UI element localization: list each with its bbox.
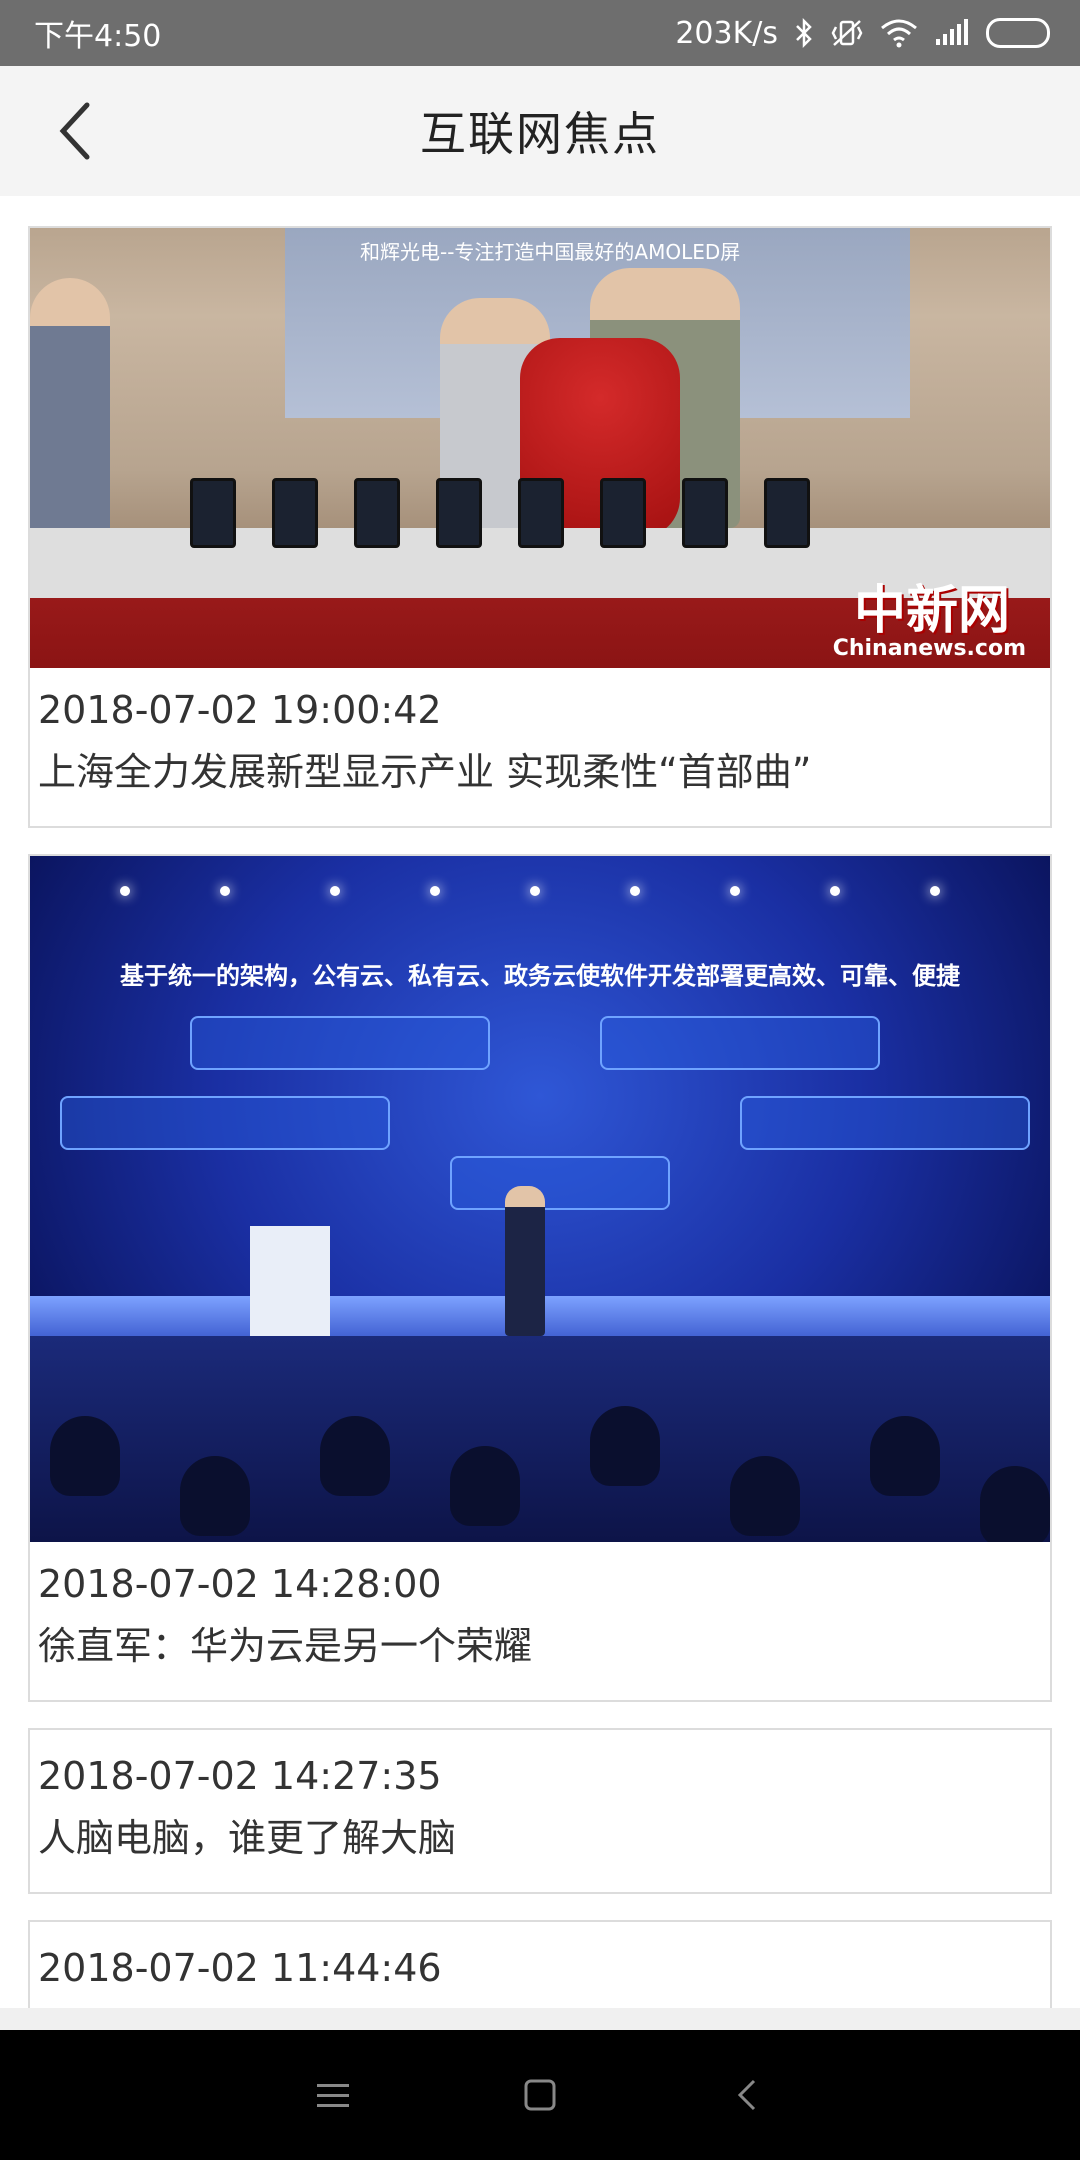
app-header: 互联网焦点 <box>0 66 1080 196</box>
wifi-icon <box>880 15 918 51</box>
article-date: 2018-07-02 14:28:00 <box>38 1562 442 1606</box>
back-triangle-icon <box>737 2079 755 2111</box>
back-nav-button[interactable] <box>717 2065 777 2125</box>
menu-icon <box>317 2084 350 2107</box>
article-date: 2018-07-02 19:00:42 <box>38 688 442 732</box>
status-bar: 下午4:50 203K/s <box>0 0 1080 66</box>
article-card[interactable]: 2018-07-02 11:44:46 <box>28 1920 1052 2008</box>
bluetooth-icon <box>794 15 814 51</box>
news-feed[interactable]: 和辉光电--专注打造中国最好的AMOLED屏 中新网 Chinanews.com… <box>0 196 1080 2008</box>
image-slide-title: 基于统一的架构，公有云、私有云、政务云使软件开发部署更高效、可靠、便捷 <box>120 962 960 990</box>
watermark-sub: Chinanews.com <box>832 636 1026 661</box>
article-image: 基于统一的架构，公有云、私有云、政务云使软件开发部署更高效、可靠、便捷 <box>30 856 1050 1542</box>
back-button[interactable] <box>40 96 110 166</box>
article-date: 2018-07-02 11:44:46 <box>38 1946 442 1990</box>
menu-button[interactable] <box>303 2065 363 2125</box>
status-time: 下午4:50 <box>34 19 162 54</box>
page-title: 互联网焦点 <box>420 107 660 161</box>
status-icons: 203K/s <box>675 15 1050 51</box>
network-speed: 203K/s <box>675 15 778 51</box>
system-nav-bar <box>0 2030 1080 2160</box>
article-card[interactable]: 和辉光电--专注打造中国最好的AMOLED屏 中新网 Chinanews.com… <box>28 226 1052 828</box>
article-date: 2018-07-02 14:27:35 <box>38 1754 442 1798</box>
home-button[interactable] <box>510 2065 570 2125</box>
article-card[interactable]: 2018-07-02 14:27:35 人脑电脑，谁更了解大脑 <box>28 1728 1052 1894</box>
watermark-logo: 中新网 <box>853 580 1010 641</box>
article-image: 和辉光电--专注打造中国最好的AMOLED屏 中新网 Chinanews.com <box>30 228 1050 668</box>
article-headline: 人脑电脑，谁更了解大脑 <box>38 1816 457 1860</box>
article-headline: 上海全力发展新型显示产业 实现柔性“首部曲” <box>38 750 812 794</box>
vibrate-icon <box>830 15 864 51</box>
signal-icon <box>934 15 970 51</box>
chevron-left-icon <box>59 102 90 160</box>
image-banner-text: 和辉光电--专注打造中国最好的AMOLED屏 <box>360 240 741 264</box>
article-list: 和辉光电--专注打造中国最好的AMOLED屏 中新网 Chinanews.com… <box>28 226 1052 2008</box>
article-card[interactable]: 基于统一的架构，公有云、私有云、政务云使软件开发部署更高效、可靠、便捷 2018… <box>28 854 1052 1702</box>
home-square-icon <box>524 2079 556 2111</box>
battery-icon <box>986 18 1050 48</box>
article-headline: 徐直军：华为云是另一个荣耀 <box>38 1624 533 1668</box>
